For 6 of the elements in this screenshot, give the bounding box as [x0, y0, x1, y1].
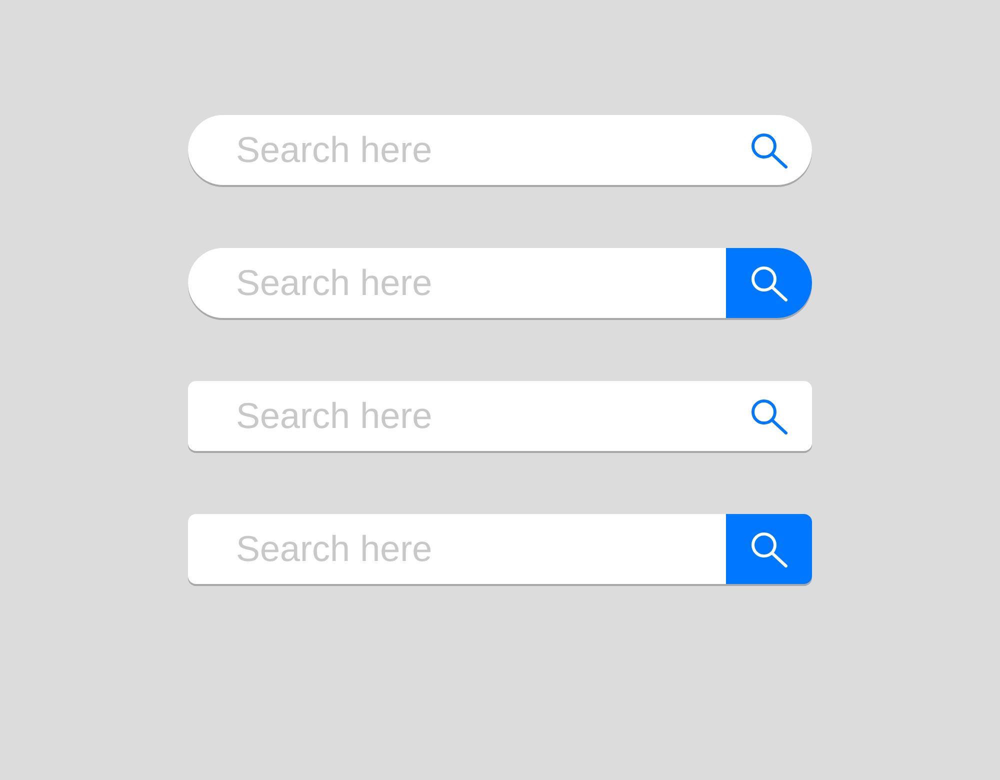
search-icon	[749, 530, 789, 568]
search-button[interactable]	[726, 514, 812, 584]
search-icon	[749, 264, 789, 302]
search-button[interactable]	[726, 248, 812, 318]
search-icon	[749, 131, 789, 169]
search-icon	[749, 397, 789, 435]
